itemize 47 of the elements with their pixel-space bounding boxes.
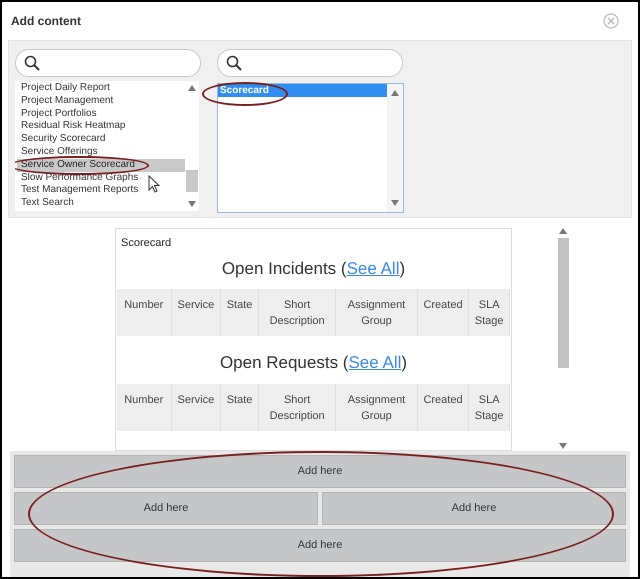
column-header: Assignment Group [336,289,418,336]
column-header: Service [172,384,222,430]
section-title: Open Requests (See All) [220,352,408,374]
column-header: Created [418,384,470,430]
column-header: State [221,384,259,430]
scroll-up-icon[interactable] [391,90,399,96]
list-item[interactable]: Residual Risk Heatmap [17,120,185,134]
list-item[interactable]: Project Portfolios [17,108,185,120]
section-title: Open Incidents (See All) [222,258,406,280]
cursor-icon [148,175,160,193]
column-header: SLA Stage [469,384,510,430]
list-item[interactable]: Project Management [17,94,185,108]
list-item[interactable]: Test Management Reports [17,184,185,198]
see-all-link[interactable]: See All [348,353,402,372]
scroll-down-icon[interactable] [559,443,567,449]
list-item[interactable]: Text Search [17,197,185,210]
preview-label: Scorecard [120,236,172,251]
search-field[interactable] [15,49,201,77]
window-title: Add content [11,13,81,30]
column-header: Assignment Group [336,384,418,430]
search-icon [226,55,242,71]
column-header: Created [418,289,470,336]
scrollbar-thumb[interactable] [558,238,568,368]
list-item[interactable]: Service Owner Scorecard [17,158,185,172]
scroll-up-icon[interactable] [188,85,196,91]
column-header: Short Description [258,384,336,430]
add-here-button[interactable]: Add here [322,492,626,525]
scroll-down-icon[interactable] [391,200,399,206]
list-item[interactable]: Slow Performance Graphs [17,172,185,184]
column-header: Short Description [258,289,336,336]
list-item[interactable]: Security Scorecard [17,133,185,146]
list-item[interactable]: Project Daily Report [17,82,185,95]
scroll-down-icon[interactable] [188,201,196,207]
scroll-up-icon[interactable] [559,228,567,234]
search-icon [24,55,40,71]
column-header: State [221,289,259,336]
add-here-button[interactable]: Add here [14,529,626,562]
search-field[interactable] [217,49,403,77]
list-item[interactable]: Service Offerings [17,146,185,159]
column-header: Number [117,384,172,430]
column-header: Service [172,289,222,336]
scrollbar-thumb[interactable] [186,170,198,192]
add-here-button[interactable]: Add here [14,455,626,488]
column-header: SLA Stage [469,289,510,336]
column-header: Number [117,289,172,336]
see-all-link[interactable]: See All [346,258,400,278]
add-here-button[interactable]: Add here [14,492,318,525]
